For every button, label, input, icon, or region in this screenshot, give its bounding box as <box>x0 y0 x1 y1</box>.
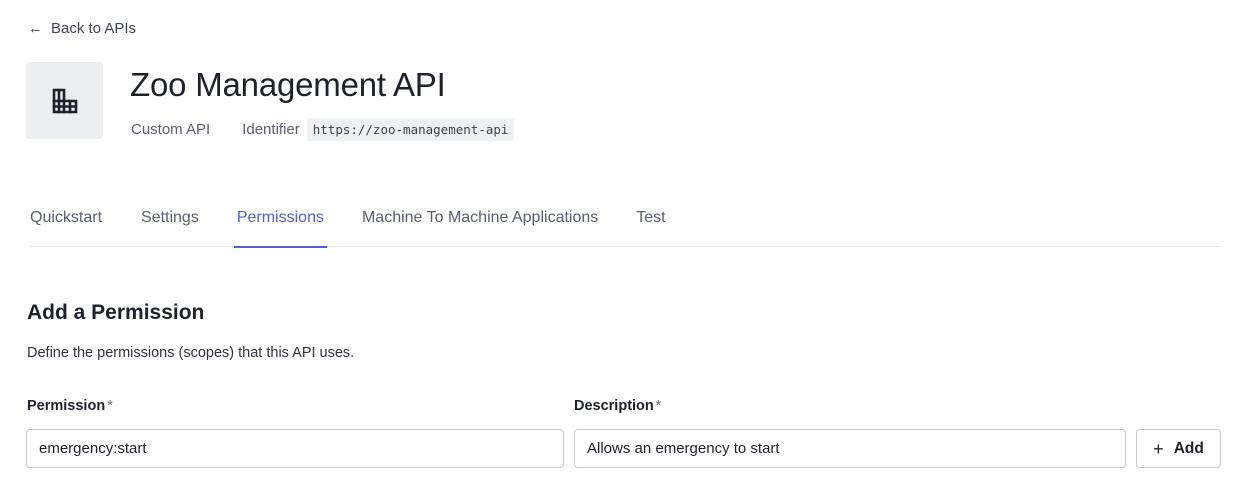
tab-settings[interactable]: Settings <box>141 200 199 247</box>
api-icon-box <box>26 62 103 139</box>
required-marker: * <box>655 398 662 414</box>
permission-label-text: Permission <box>27 398 106 414</box>
add-permission-button[interactable]: + Add <box>1136 429 1221 468</box>
section-description: Define the permissions (scopes) that thi… <box>27 345 355 361</box>
permission-field-label: Permission * <box>27 398 113 414</box>
back-link-label: Back to APIs <box>51 20 137 37</box>
api-type: Custom API <box>131 121 211 138</box>
tab-bar: Quickstart Settings Permissions Machine … <box>30 200 1222 248</box>
description-input[interactable] <box>574 429 1126 468</box>
plus-icon: + <box>1153 438 1164 459</box>
section-title: Add a Permission <box>27 301 205 324</box>
description-field-label: Description * <box>574 398 661 414</box>
identifier-value: https://zoo-management-api <box>306 118 515 141</box>
description-label-text: Description <box>574 398 654 414</box>
identifier-label: Identifier <box>242 121 300 138</box>
tab-permissions[interactable]: Permissions <box>233 200 328 248</box>
page-title: Zoo Management API <box>130 66 446 103</box>
add-button-label: Add <box>1173 439 1204 457</box>
required-marker: * <box>107 398 113 414</box>
tab-machine-to-machine-applications[interactable]: Machine To Machine Applications <box>362 200 598 247</box>
api-meta: Custom API Identifier https://zoo-manage… <box>131 118 515 141</box>
building-icon <box>52 88 77 113</box>
permission-input[interactable] <box>26 429 564 468</box>
tab-quickstart[interactable]: Quickstart <box>30 200 102 247</box>
tab-test[interactable]: Test <box>636 200 665 247</box>
arrow-left-icon: ← <box>28 20 43 37</box>
back-to-apis-link[interactable]: ← Back to APIs <box>28 20 136 37</box>
